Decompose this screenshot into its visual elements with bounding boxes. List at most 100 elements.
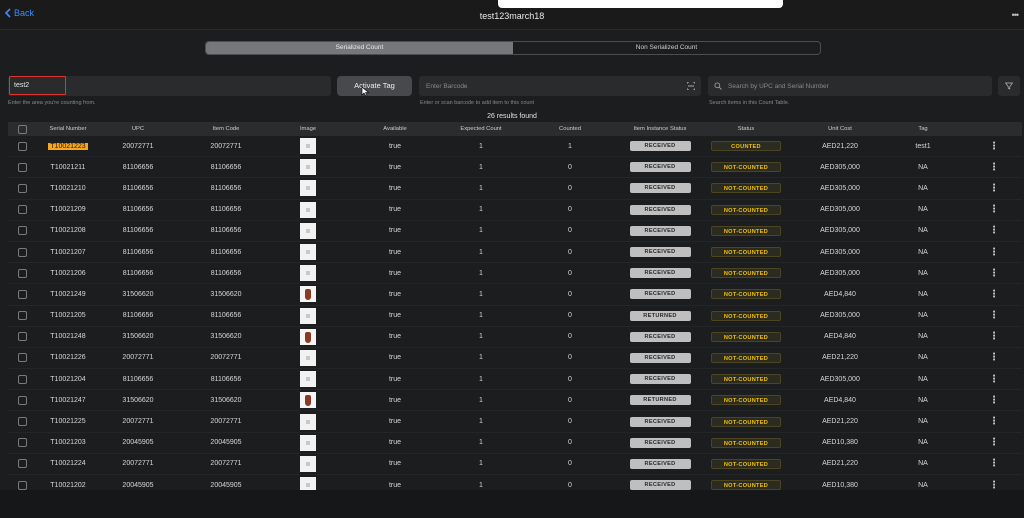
more-options-icon[interactable]: ••• — [1012, 10, 1020, 20]
product-image[interactable] — [300, 286, 316, 303]
serial-number: T10021223 — [48, 142, 88, 150]
product-image[interactable] — [300, 413, 316, 430]
filter-button[interactable] — [998, 76, 1020, 96]
product-image[interactable] — [300, 371, 316, 388]
product-image[interactable] — [300, 159, 316, 176]
row-menu-icon[interactable]: ⋮ — [989, 225, 999, 236]
row-menu-icon[interactable]: ⋮ — [989, 437, 999, 448]
table-row[interactable]: T10021224 20072771 20072771 true 1 0 REC… — [8, 454, 1022, 475]
table-row[interactable]: T10021204 81106656 81106656 true 1 0 REC… — [8, 369, 1022, 391]
col-unit-cost[interactable]: Unit Cost — [800, 126, 880, 132]
product-image[interactable] — [300, 265, 316, 282]
product-image[interactable] — [300, 349, 316, 366]
row-checkbox[interactable] — [17, 480, 27, 490]
available: true — [388, 460, 402, 468]
row-checkbox[interactable] — [17, 374, 27, 384]
row-checkbox[interactable] — [17, 183, 27, 193]
barcode-scan-icon[interactable] — [687, 82, 695, 90]
tab-non-serialized-count[interactable]: Non Serialized Count — [513, 42, 820, 54]
table-row[interactable]: T10021205 81106656 81106656 true 1 0 RET… — [8, 306, 1022, 327]
product-image[interactable] — [300, 307, 316, 324]
product-image[interactable] — [300, 328, 316, 345]
row-menu-icon[interactable]: ⋮ — [989, 416, 999, 427]
table-row[interactable]: T10021210 81106656 81106656 true 1 0 REC… — [8, 178, 1022, 200]
table-row[interactable]: T10021209 81106656 81106656 true 1 0 REC… — [8, 200, 1022, 221]
table-row[interactable]: T10021248 31506620 31506620 true 1 0 REC… — [8, 327, 1022, 348]
row-menu-icon[interactable]: ⋮ — [989, 331, 999, 342]
col-upc[interactable]: UPC — [100, 126, 176, 132]
col-item-instance-status[interactable]: Item Instance Status — [628, 126, 692, 132]
row-menu-icon[interactable]: ⋮ — [989, 480, 999, 491]
item-instance-status-badge: RETURNED — [629, 395, 691, 406]
upc: 20072771 — [122, 142, 154, 150]
barcode-input[interactable]: Enter Barcode — [419, 76, 701, 96]
table-row[interactable]: T10021208 81106656 81106656 true 1 0 REC… — [8, 221, 1022, 242]
table-row[interactable]: T10021207 81106656 81106656 true 1 0 REC… — [8, 242, 1022, 264]
item-code: 20045905 — [210, 439, 242, 447]
expected-count: 1 — [479, 248, 483, 256]
item-instance-status-badge: RECEIVED — [629, 289, 691, 300]
counted: 0 — [568, 439, 572, 447]
table-row[interactable]: T10021249 31506620 31506620 true 1 0 REC… — [8, 284, 1022, 306]
row-menu-icon[interactable]: ⋮ — [989, 458, 999, 469]
row-checkbox[interactable] — [17, 311, 27, 321]
col-status[interactable]: Status — [692, 126, 800, 132]
product-image[interactable] — [300, 392, 316, 409]
mouse-pointer-icon — [361, 86, 370, 97]
col-serial-number[interactable]: Serial Number — [36, 126, 100, 132]
row-checkbox[interactable] — [17, 459, 27, 469]
row-checkbox[interactable] — [17, 268, 27, 278]
row-checkbox[interactable] — [17, 162, 27, 172]
product-image[interactable] — [300, 138, 316, 155]
product-image[interactable] — [300, 222, 316, 239]
table-row[interactable]: T10021206 81106656 81106656 true 1 0 REC… — [8, 263, 1022, 285]
col-available[interactable]: Available — [340, 126, 450, 132]
tab-serialized-count[interactable]: Serialized Count — [206, 42, 513, 54]
col-item-code[interactable]: Item Code — [176, 126, 276, 132]
row-checkbox[interactable] — [17, 395, 27, 405]
row-menu-icon[interactable]: ⋮ — [989, 183, 999, 194]
product-image[interactable] — [300, 244, 316, 261]
product-image[interactable] — [300, 201, 316, 218]
col-expected-count[interactable]: Expected Count — [450, 126, 512, 132]
row-menu-icon[interactable]: ⋮ — [989, 352, 999, 363]
row-menu-icon[interactable]: ⋮ — [989, 374, 999, 385]
row-menu-icon[interactable]: ⋮ — [989, 162, 999, 173]
row-checkbox[interactable] — [17, 353, 27, 363]
row-checkbox[interactable] — [17, 417, 27, 427]
row-menu-icon[interactable]: ⋮ — [989, 310, 999, 321]
row-checkbox[interactable] — [17, 332, 27, 342]
table-row[interactable]: T10021203 20045905 20045905 true 1 0 REC… — [8, 433, 1022, 454]
table-row[interactable]: T10021226 20072771 20072771 true 1 0 REC… — [8, 348, 1022, 370]
row-menu-icon[interactable]: ⋮ — [989, 289, 999, 300]
table-row[interactable]: T10021247 31506620 31506620 true 1 0 RET… — [8, 390, 1022, 412]
row-checkbox[interactable] — [17, 289, 27, 299]
activate-tag-button[interactable]: Activate Tag — [337, 76, 412, 96]
row-checkbox[interactable] — [17, 438, 27, 448]
row-checkbox[interactable] — [17, 226, 27, 236]
table-row[interactable]: T10021211 81106656 81106656 true 1 0 REC… — [8, 157, 1022, 179]
tag: NA — [918, 439, 928, 447]
table-row[interactable]: T10021223 20072771 20072771 true 1 1 REC… — [8, 136, 1022, 158]
product-image[interactable] — [300, 455, 316, 472]
row-menu-icon[interactable]: ⋮ — [989, 204, 999, 215]
item-instance-status-badge: RECEIVED — [629, 458, 691, 469]
select-all-checkbox[interactable] — [17, 124, 27, 134]
item-instance-status-badge: RECEIVED — [629, 416, 691, 427]
row-menu-icon[interactable]: ⋮ — [989, 268, 999, 279]
item-code: 20072771 — [210, 460, 242, 468]
product-image[interactable] — [300, 180, 316, 197]
table-row[interactable]: T10021225 20072771 20072771 true 1 0 REC… — [8, 411, 1022, 433]
row-menu-icon[interactable]: ⋮ — [989, 141, 999, 152]
row-checkbox[interactable] — [17, 205, 27, 215]
product-image[interactable] — [300, 434, 316, 451]
status-badge: NOT-COUNTED — [711, 458, 781, 469]
search-input[interactable]: Search by UPC and Serial Number — [708, 76, 992, 96]
col-tag[interactable]: Tag — [880, 126, 966, 132]
results-count: 26 results found — [487, 113, 537, 120]
row-checkbox[interactable] — [17, 247, 27, 257]
row-menu-icon[interactable]: ⋮ — [989, 395, 999, 406]
row-checkbox[interactable] — [17, 141, 27, 151]
col-counted[interactable]: Counted — [512, 126, 628, 132]
row-menu-icon[interactable]: ⋮ — [989, 247, 999, 258]
